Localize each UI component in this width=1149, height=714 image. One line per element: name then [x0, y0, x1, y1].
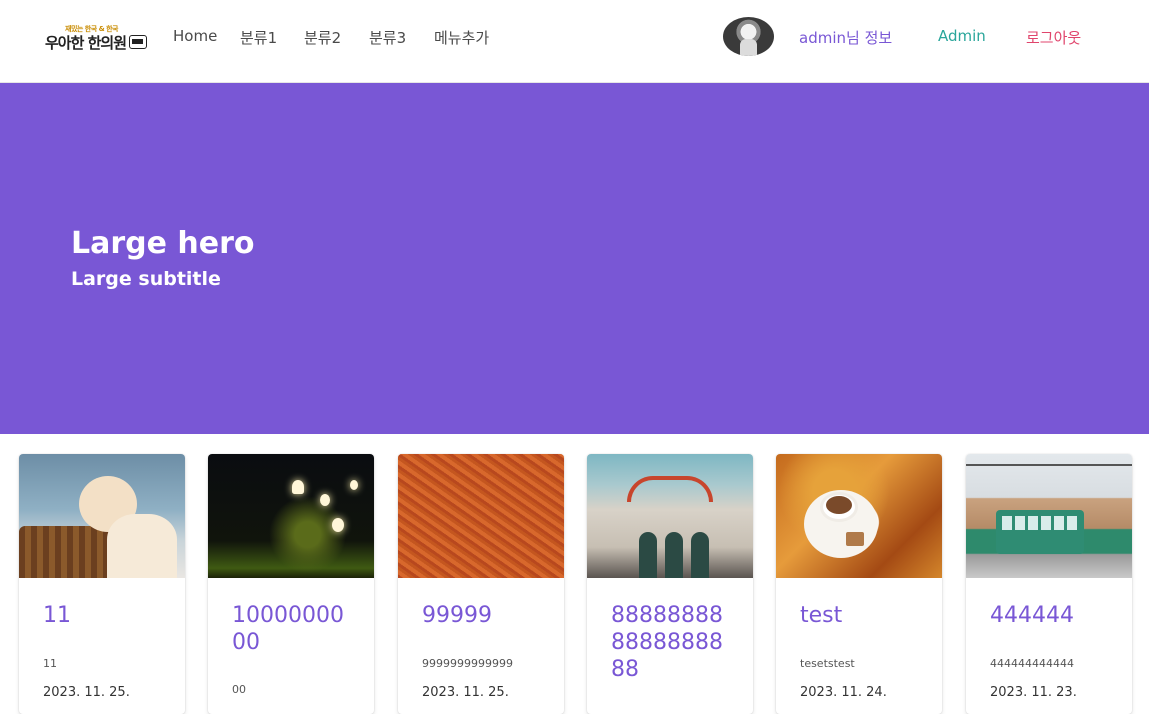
card-description: 444444444444 — [990, 657, 1074, 670]
butterfly-image — [208, 454, 374, 578]
card-date: 2023. 11. 25. — [43, 685, 130, 700]
post-card[interactable]: 11 11 2023. 11. 25. — [19, 454, 185, 714]
post-card[interactable]: 1000000000 00 — [208, 454, 374, 714]
card-title: test — [800, 603, 843, 628]
card-description: 11 — [43, 657, 57, 670]
hero-subtitle: Large subtitle — [71, 268, 221, 290]
user-info-link[interactable]: admin님 정보 — [799, 27, 892, 48]
card-title: 1000000000 — [232, 603, 344, 655]
card-title: 444444 — [990, 603, 1074, 628]
nav-category-2[interactable]: 분류2 — [304, 27, 341, 48]
logo-tv-icon — [129, 35, 147, 49]
card-date: 2023. 11. 25. — [422, 685, 509, 700]
user-avatar[interactable] — [723, 17, 774, 56]
card-date: 2023. 11. 24. — [800, 685, 887, 700]
card-description: 9999999999999 — [422, 657, 513, 670]
card-description: 00 — [232, 683, 246, 696]
card-title: 99999 — [422, 603, 492, 628]
rust-texture-image — [398, 454, 564, 578]
site-logo[interactable]: 재밌는 한국 & 한국 우아한 한의원 — [45, 24, 147, 52]
union-station-image — [587, 454, 753, 578]
logo-text: 우아한 한의원 — [45, 34, 127, 52]
logout-link[interactable]: 로그아웃 — [1026, 27, 1081, 48]
nav-add-menu[interactable]: 메뉴추가 — [434, 27, 489, 48]
nav-category-3[interactable]: 분류3 — [369, 27, 406, 48]
post-card[interactable]: 888888888888888888 — [587, 454, 753, 714]
card-title: 888888888888888888 — [611, 603, 723, 682]
coffee-image — [776, 454, 942, 578]
navbar: 재밌는 한국 & 한국 우아한 한의원 Home 분류1 분류2 분류3 메뉴추… — [0, 0, 1149, 83]
nav-category-1[interactable]: 분류1 — [240, 27, 277, 48]
tram-image — [966, 454, 1132, 578]
post-card[interactable]: 444444 444444444444 2023. 11. 23. — [966, 454, 1132, 714]
post-card[interactable]: 99999 9999999999999 2023. 11. 25. — [398, 454, 564, 714]
nav-home[interactable]: Home — [173, 27, 217, 45]
hero-section: Large hero Large subtitle — [0, 83, 1149, 434]
card-title: 11 — [43, 603, 71, 628]
hero-title: Large hero — [71, 226, 255, 261]
admin-link[interactable]: Admin — [938, 27, 986, 45]
kitten-image — [19, 454, 185, 578]
post-card[interactable]: test tesetstest 2023. 11. 24. — [776, 454, 942, 714]
card-description: tesetstest — [800, 657, 855, 670]
card-date: 2023. 11. 23. — [990, 685, 1077, 700]
